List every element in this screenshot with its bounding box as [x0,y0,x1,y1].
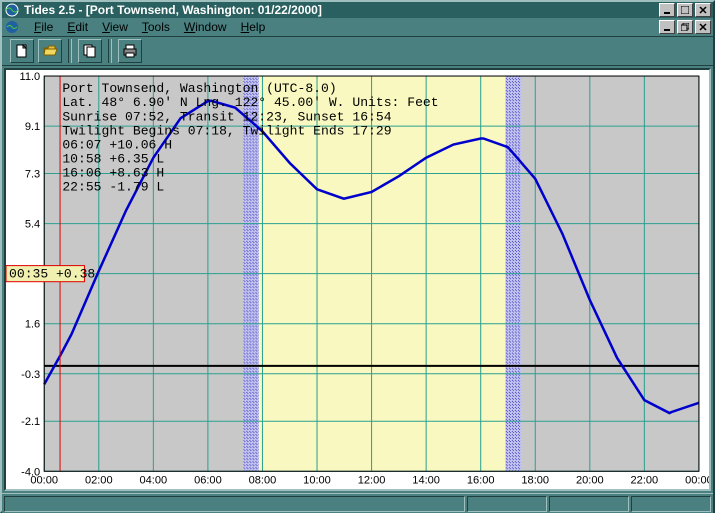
svg-text:06:07 +10.06 H: 06:07 +10.06 H [62,137,172,152]
svg-text:12:00: 12:00 [358,474,386,486]
svg-text:10:58 +6.35 L: 10:58 +6.35 L [62,152,164,167]
svg-text:10:00: 10:00 [303,474,331,486]
new-button[interactable] [10,39,34,63]
svg-text:20:00: 20:00 [576,474,604,486]
mdi-minimize-button[interactable] [659,20,675,34]
toolbar [2,37,713,66]
status-cell-1 [4,496,465,512]
app-icon [4,2,20,18]
status-cell-3 [549,496,629,512]
menu-tools[interactable]: Tools [136,18,176,36]
minimize-button[interactable] [659,3,675,17]
svg-text:-0.3: -0.3 [21,369,40,381]
svg-text:9.1: 9.1 [25,121,40,133]
window-frame: Tides 2.5 - [Port Townsend, Washington: … [0,0,715,513]
maximize-button[interactable] [677,3,693,17]
doc-globe-icon [4,19,20,35]
open-folder-icon [42,43,58,59]
titlebar[interactable]: Tides 2.5 - [Port Townsend, Washington: … [2,2,713,18]
svg-text:Port Townsend, Washington (UTC: Port Townsend, Washington (UTC-8.0) [62,81,336,96]
status-cell-2 [467,496,547,512]
print-button[interactable] [118,39,142,63]
svg-text:02:00: 02:00 [85,474,113,486]
svg-text:5.4: 5.4 [25,219,40,231]
svg-text:00:35 +0.38: 00:35 +0.38 [9,267,95,282]
client-area: -4.0-2.1-0.31.63.55.47.39.111.000:0002:0… [2,66,713,493]
svg-text:22:00: 22:00 [631,474,659,486]
svg-text:Sunrise 07:52, Transit 12:23,: Sunrise 07:52, Transit 12:23, Sunset 16:… [62,109,391,124]
mdi-restore-button[interactable] [677,20,693,34]
status-cell-4 [631,496,711,512]
printer-icon [122,43,138,59]
menu-view[interactable]: View [96,18,134,36]
svg-text:Lat. 48° 6.90' N Lng. 122° 45.: Lat. 48° 6.90' N Lng. 122° 45.00' W. Uni… [62,95,438,110]
menu-help[interactable]: Help [235,18,272,36]
tide-chart[interactable]: -4.0-2.1-0.31.63.55.47.39.111.000:0002:0… [6,70,709,489]
svg-text:16:00: 16:00 [467,474,495,486]
menubar: File Edit View Tools Window Help [2,18,713,37]
svg-text:1.6: 1.6 [25,319,40,331]
svg-text:04:00: 04:00 [140,474,168,486]
chart-area[interactable]: -4.0-2.1-0.31.63.55.47.39.111.000:0002:0… [4,68,711,491]
toolbar-separator [68,39,72,63]
open-button[interactable] [38,39,62,63]
svg-text:00:00: 00:00 [30,474,58,486]
toolbar-separator [108,39,112,63]
menu-window[interactable]: Window [178,18,233,36]
close-button[interactable] [695,3,711,17]
new-file-icon [14,43,30,59]
svg-text:-2.1: -2.1 [21,416,40,428]
svg-text:00:00: 00:00 [685,474,709,486]
menu-edit[interactable]: Edit [61,18,94,36]
copy-button[interactable] [78,39,102,63]
svg-text:16:06 +8.63 H: 16:06 +8.63 H [62,166,164,181]
menu-file[interactable]: File [28,18,59,36]
copy-icon [82,43,98,59]
mdi-close-button[interactable] [695,20,711,34]
svg-text:14:00: 14:00 [412,474,440,486]
statusbar [2,493,713,513]
svg-text:11.0: 11.0 [20,71,41,83]
svg-text:18:00: 18:00 [521,474,549,486]
svg-text:Twilight Begins 07:18, Twiligh: Twilight Begins 07:18, Twilight Ends 17:… [62,123,391,138]
svg-text:06:00: 06:00 [194,474,222,486]
window-title: Tides 2.5 - [Port Townsend, Washington: … [24,3,659,17]
svg-text:22:55 -1.79 L: 22:55 -1.79 L [62,180,164,195]
svg-text:08:00: 08:00 [249,474,277,486]
svg-text:7.3: 7.3 [25,169,40,181]
